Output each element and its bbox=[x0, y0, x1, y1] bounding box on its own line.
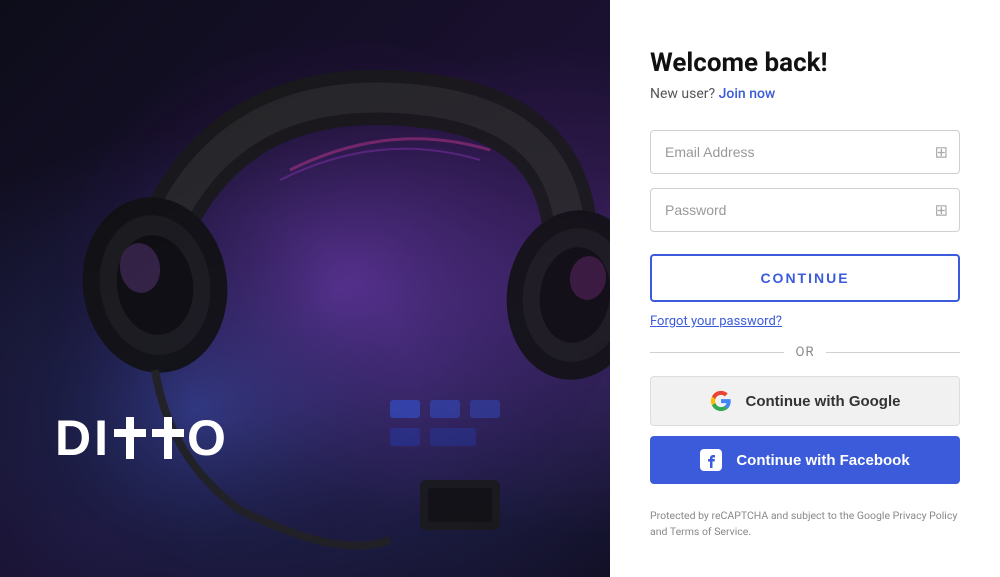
continue-button[interactable]: CONTINUE bbox=[650, 254, 960, 302]
divider: OR bbox=[650, 345, 960, 360]
logo-plus-1 bbox=[111, 413, 149, 463]
divider-text: OR bbox=[796, 345, 815, 360]
headphones-image bbox=[40, 20, 620, 560]
facebook-icon bbox=[700, 449, 722, 471]
password-input[interactable] bbox=[650, 188, 960, 232]
google-button-label: Continue with Google bbox=[746, 393, 901, 410]
panel-title: Welcome back! bbox=[650, 48, 960, 78]
logo-text: DI bbox=[55, 409, 111, 467]
email-input[interactable] bbox=[650, 130, 960, 174]
google-signin-button[interactable]: Continue with Google bbox=[650, 376, 960, 426]
google-icon bbox=[710, 390, 732, 412]
logo-plus-2 bbox=[149, 413, 187, 463]
forgot-password-link[interactable]: Forgot your password? bbox=[650, 314, 960, 329]
brand-logo: DI O bbox=[55, 409, 229, 467]
password-group: ⊞ bbox=[650, 188, 960, 232]
password-icon: ⊞ bbox=[935, 201, 948, 220]
join-now-link[interactable]: Join now bbox=[719, 86, 776, 102]
email-group: ⊞ bbox=[650, 130, 960, 174]
recaptcha-text-content: Protected by reCAPTCHA and subject to th… bbox=[650, 509, 957, 538]
recaptcha-notice: Protected by reCAPTCHA and subject to th… bbox=[650, 508, 960, 540]
divider-line-right bbox=[826, 352, 960, 353]
new-user-text: New user? Join now bbox=[650, 86, 960, 102]
email-icon: ⊞ bbox=[935, 143, 948, 162]
logo-text-o: O bbox=[187, 409, 229, 467]
facebook-signin-button[interactable]: Continue with Facebook bbox=[650, 436, 960, 484]
new-user-label: New user? bbox=[650, 86, 715, 102]
divider-line-left bbox=[650, 352, 784, 353]
login-panel: Welcome back! New user? Join now ⊞ ⊞ CON… bbox=[610, 0, 1000, 577]
facebook-button-label: Continue with Facebook bbox=[736, 452, 909, 469]
